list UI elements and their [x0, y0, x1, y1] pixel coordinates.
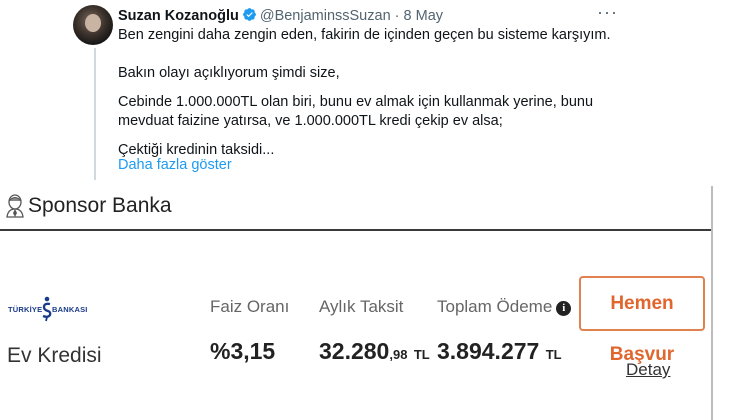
total-label: Toplam Ödeme i — [437, 297, 572, 317]
bank-logo-right-text: BANKASI — [52, 305, 88, 314]
author-handle[interactable]: @BenjaminssSuzan — [260, 8, 391, 24]
apply-button[interactable]: Hemen Başvur — [579, 276, 705, 365]
info-icon[interactable]: i — [556, 301, 572, 316]
total-label-text: Toplam Ödeme — [437, 297, 553, 316]
tweet-line-4: mevduat faizine yatırsa, ve 1.000.000TL … — [118, 113, 503, 129]
sponsor-border — [711, 186, 713, 420]
rate-value: %3,15 — [210, 338, 276, 364]
sponsor-divider — [0, 229, 713, 231]
tweet-card: Suzan Kozanoğlu @BenjaminssSuzan · 8 May … — [0, 0, 730, 186]
date-separator: · — [394, 8, 400, 24]
more-icon[interactable]: ··· — [597, 2, 618, 23]
bank-logo-left-text: TÜRKİYE — [8, 305, 43, 314]
installment-unit: TL — [413, 347, 430, 362]
bank-logo[interactable]: TÜRKİYE BANKASI — [8, 296, 87, 322]
tweet-line-1: Ben zengini daha zengin eden, fakirin de… — [118, 27, 611, 43]
verified-icon — [242, 8, 256, 21]
product-name: Ev Kredisi — [7, 344, 102, 367]
installment-label: Aylık Taksit — [319, 297, 404, 316]
thread-line — [94, 48, 96, 180]
total-unit: TL — [545, 347, 562, 362]
tweet-date[interactable]: 8 May — [404, 8, 444, 24]
detail-link[interactable]: Detay — [626, 360, 670, 380]
rate-label: Faiz Oranı — [210, 297, 290, 316]
tweet-line-3: Cebinde 1.000.000TL olan biri, bunu ev a… — [118, 94, 594, 110]
total-value: 3.894.277 TL — [437, 338, 562, 365]
installment-fraction: ,98 — [389, 347, 408, 362]
tweet-header: Suzan Kozanoğlu @BenjaminssSuzan · 8 May — [118, 7, 443, 24]
tweet-line-2: Bakın olayı açıklıyorum şimdi size, — [118, 65, 340, 81]
installment-value: 32.280,98 TL — [319, 338, 430, 365]
installment-main: 32.280 — [319, 338, 390, 364]
person-icon — [6, 194, 24, 218]
show-more-link[interactable]: Daha fazla göster — [118, 157, 232, 173]
sponsor-title: Sponsor Banka — [28, 194, 172, 217]
bank-logo-symbol — [42, 296, 52, 322]
avatar[interactable] — [73, 5, 113, 45]
author-name[interactable]: Suzan Kozanoğlu — [118, 8, 239, 24]
total-main: 3.894.277 — [437, 338, 540, 364]
